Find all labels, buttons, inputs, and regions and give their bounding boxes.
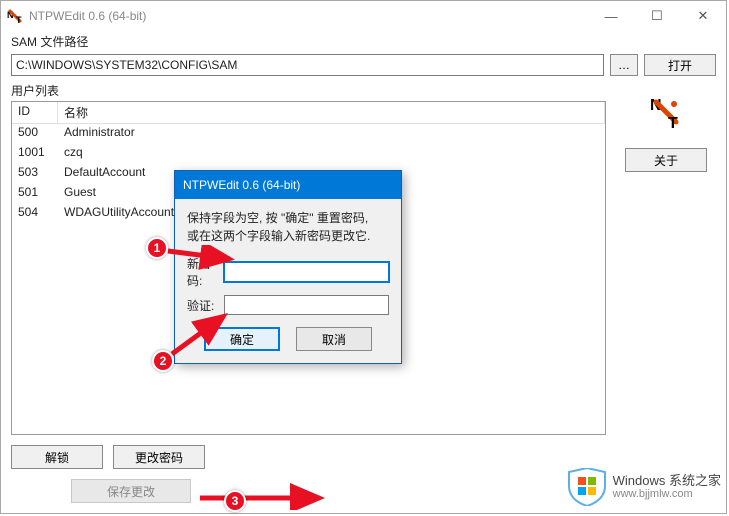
window-controls: — ☐ ✕ bbox=[588, 1, 726, 31]
app-logo-icon: N T bbox=[648, 94, 684, 130]
password-dialog: NTPWEdit 0.6 (64-bit) 保持字段为空, 按 "确定" 重置密… bbox=[174, 170, 402, 364]
svg-text:T: T bbox=[16, 15, 22, 24]
table-row[interactable]: 1001czq bbox=[12, 144, 605, 164]
maximize-button[interactable]: ☐ bbox=[634, 1, 680, 31]
cell-id: 504 bbox=[12, 204, 58, 224]
change-password-button[interactable]: 更改密码 bbox=[113, 445, 205, 469]
annotation-callout-2: 2 bbox=[152, 350, 174, 372]
cell-id: 503 bbox=[12, 164, 58, 184]
cell-id: 501 bbox=[12, 184, 58, 204]
dialog-cancel-button[interactable]: 取消 bbox=[296, 327, 372, 351]
cell-name: czq bbox=[58, 144, 605, 164]
open-button[interactable]: 打开 bbox=[644, 54, 716, 76]
close-button[interactable]: ✕ bbox=[680, 1, 726, 31]
dialog-ok-button[interactable]: 确定 bbox=[204, 327, 280, 351]
verify-password-input[interactable] bbox=[224, 295, 389, 315]
listview-header: ID 名称 bbox=[12, 102, 605, 124]
cell-id: 500 bbox=[12, 124, 58, 144]
dialog-instructions: 保持字段为空, 按 "确定" 重置密码, 或在这两个字段输入新密码更改它. bbox=[187, 209, 389, 245]
watermark-url: www.bjjmlw.com bbox=[613, 488, 721, 500]
unlock-button[interactable]: 解锁 bbox=[11, 445, 103, 469]
sam-path-label: SAM 文件路径 bbox=[1, 31, 726, 52]
cell-name: Administrator bbox=[58, 124, 605, 144]
col-header-name[interactable]: 名称 bbox=[58, 102, 605, 123]
sam-path-row: … 打开 bbox=[1, 52, 726, 82]
save-button[interactable]: 保存更改 bbox=[71, 479, 191, 503]
minimize-button[interactable]: — bbox=[588, 1, 634, 31]
windows-shield-icon bbox=[567, 468, 607, 506]
dialog-title[interactable]: NTPWEdit 0.6 (64-bit) bbox=[175, 171, 401, 199]
watermark: Windows 系统之家 www.bjjmlw.com bbox=[567, 468, 721, 506]
annotation-callout-3: 3 bbox=[224, 490, 246, 512]
sam-path-input[interactable] bbox=[11, 54, 604, 76]
dialog-instruction-line1: 保持字段为空, 按 "确定" 重置密码, bbox=[187, 211, 368, 225]
browse-button[interactable]: … bbox=[610, 54, 638, 76]
new-password-input[interactable] bbox=[224, 262, 389, 282]
about-button[interactable]: 关于 bbox=[625, 148, 707, 172]
col-header-id[interactable]: ID bbox=[12, 102, 58, 123]
cell-id: 1001 bbox=[12, 144, 58, 164]
svg-text:T: T bbox=[668, 115, 678, 130]
watermark-title: Windows 系统之家 bbox=[613, 474, 721, 488]
new-password-label: 新密码: bbox=[187, 255, 224, 289]
annotation-callout-1: 1 bbox=[146, 237, 168, 259]
userlist-label: 用户列表 bbox=[11, 82, 606, 99]
window-title: NTPWEdit 0.6 (64-bit) bbox=[29, 9, 588, 23]
dialog-instruction-line2: 或在这两个字段输入新密码更改它. bbox=[187, 229, 370, 243]
titlebar: N T NTPWEdit 0.6 (64-bit) — ☐ ✕ bbox=[1, 1, 726, 31]
verify-password-label: 验证: bbox=[187, 297, 224, 314]
table-row[interactable]: 500Administrator bbox=[12, 124, 605, 144]
app-icon: N T bbox=[7, 8, 23, 24]
